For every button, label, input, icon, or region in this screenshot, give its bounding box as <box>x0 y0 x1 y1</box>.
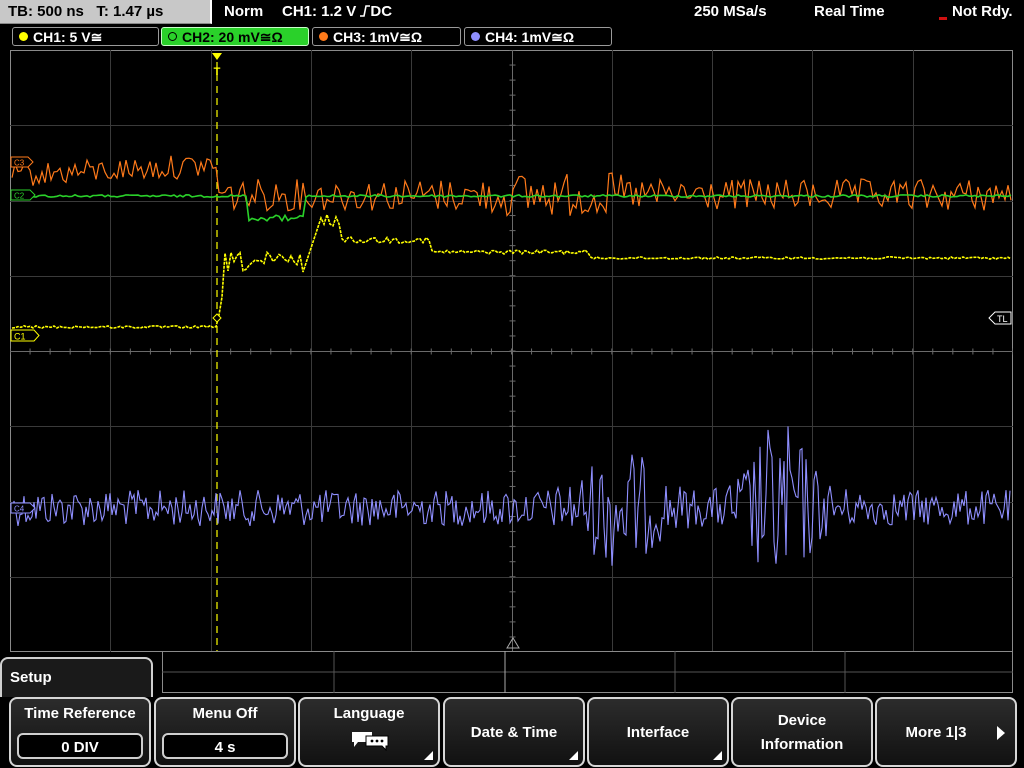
channel-tab-ch1[interactable]: CH1: 5 V≅ <box>12 27 159 46</box>
ch2-offset-marker[interactable]: C2 <box>10 189 36 201</box>
trigger-position-label: T <box>214 66 221 78</box>
next-page-arrow-icon <box>997 726 1005 744</box>
language-label: Language <box>333 705 405 722</box>
trigger-coupling: DC <box>370 3 393 20</box>
more-label: More 1|3 <box>905 724 967 741</box>
date-time-label: Date & Time <box>470 724 558 741</box>
device-information-softkey[interactable]: Device Information <box>731 697 873 767</box>
mini-graticule <box>162 651 1013 693</box>
trigger-mode[interactable]: Norm <box>224 0 263 24</box>
channel-tab-ch4[interactable]: CH4: 1mV≅Ω <box>464 27 612 46</box>
channel-bar: CH1: 5 V≅ CH2: 20 mV≅Ω CH3: 1mV≅Ω CH4: 1… <box>0 26 1024 48</box>
channel-tab-ch2[interactable]: CH2: 20 mV≅Ω <box>161 27 309 46</box>
ch4-offset-marker[interactable]: C4 <box>10 502 36 514</box>
menu-title: Setup <box>0 657 153 697</box>
menu-off-label: Menu Off <box>192 705 258 722</box>
waveform-display[interactable]: T C3 C2 C1 C4 TL <box>10 50 1013 652</box>
trigger-level-label: TL <box>997 314 1008 324</box>
speech-bubbles-icon <box>350 729 390 753</box>
ch2-color-dot <box>168 32 177 41</box>
submenu-indicator-icon <box>569 751 578 760</box>
acquisition-state: Not Rdy. <box>952 3 1013 20</box>
ch3-marker-label: C3 <box>14 159 25 168</box>
menu-off-softkey[interactable]: Menu Off 4 s <box>154 697 296 767</box>
timebase-value: TB: 500 ns <box>8 3 84 20</box>
ch1-color-dot <box>19 32 28 41</box>
trigger-source[interactable]: CH1: 1.2 V DC <box>282 0 392 24</box>
ch3-color-dot <box>319 32 328 41</box>
trigger-source-label: CH1: 1.2 V <box>282 3 357 20</box>
ch1-offset-marker[interactable]: C1 <box>10 329 40 342</box>
rising-edge-icon <box>360 1 371 17</box>
language-softkey[interactable]: Language <box>298 697 440 767</box>
interface-softkey[interactable]: Interface <box>587 697 729 767</box>
status-bar: TB: 500 ns T: 1.47 µs Norm CH1: 1.2 V DC… <box>0 0 1024 26</box>
ch4-marker-label: C4 <box>14 505 25 514</box>
menu-off-value: 4 s <box>162 733 288 759</box>
ch4-tab-label: CH4: 1mV≅Ω <box>485 29 575 45</box>
ch4-color-dot <box>471 32 480 41</box>
device-information-label-line2: Information <box>760 736 844 753</box>
ch3-offset-marker[interactable]: C3 <box>10 156 34 168</box>
sample-rate: 250 MSa/s <box>694 3 767 20</box>
device-information-label-line1: Device <box>777 712 827 729</box>
time-reference-value: 0 DIV <box>17 733 143 759</box>
channel-tab-ch3[interactable]: CH3: 1mV≅Ω <box>312 27 461 46</box>
timebase-box[interactable]: TB: 500 ns T: 1.47 µs <box>0 0 212 24</box>
ch1-tab-label: CH1: 5 V≅ <box>33 29 103 45</box>
more-softkey[interactable]: More 1|3 <box>875 697 1017 767</box>
date-time-softkey[interactable]: Date & Time <box>443 697 585 767</box>
acquisition-indicator <box>939 17 947 20</box>
ch2-marker-label: C2 <box>14 192 25 201</box>
trigger-time-value: T: 1.47 µs <box>96 3 164 20</box>
acquisition-mode: Real Time <box>814 3 885 20</box>
interface-label: Interface <box>626 724 690 741</box>
ch3-tab-label: CH3: 1mV≅Ω <box>333 29 423 45</box>
time-reference-label: Time Reference <box>24 705 136 722</box>
submenu-indicator-icon <box>424 751 433 760</box>
submenu-indicator-icon <box>713 751 722 760</box>
ch2-tab-label: CH2: 20 mV≅Ω <box>182 29 283 45</box>
ch1-marker-label: C1 <box>14 332 26 342</box>
time-reference-softkey[interactable]: Time Reference 0 DIV <box>9 697 151 767</box>
